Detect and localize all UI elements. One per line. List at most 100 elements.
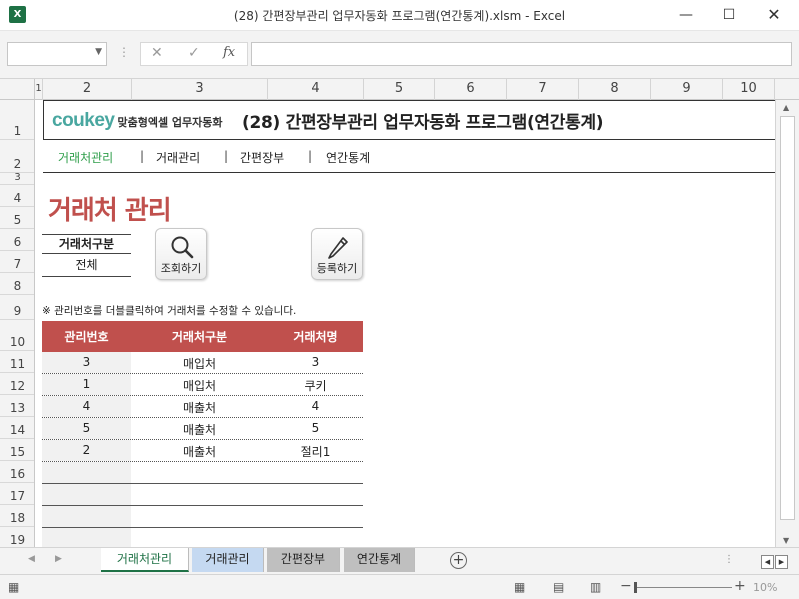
sheet-tab-annual-stats[interactable]: 연간통계 xyxy=(344,548,415,572)
cell-name: 절리1 xyxy=(300,445,331,459)
cell-id[interactable]: 2 xyxy=(42,440,131,461)
sheet-grid[interactable]: coukey 맞춤형엑셀 업무자동화 (28) 간편장부관리 업무자동화 프로그램… xyxy=(36,100,775,547)
zoom-slider-thumb[interactable] xyxy=(634,582,637,593)
column-header[interactable]: 7 xyxy=(507,79,579,100)
row-header[interactable]: 12 xyxy=(0,373,34,395)
formula-input[interactable] xyxy=(251,42,792,66)
tab-scroll-right-icon[interactable]: ▶ xyxy=(55,554,62,564)
search-icon xyxy=(171,236,194,259)
nav-separator: | xyxy=(224,149,229,163)
chevron-down-icon[interactable]: ▼ xyxy=(95,47,102,57)
vertical-scrollbar[interactable]: ▲ ▼ xyxy=(775,100,799,547)
table-row[interactable]: 3 매입처 3 xyxy=(42,352,363,374)
hscroll-left-icon[interactable]: ◀ xyxy=(761,555,774,569)
cell-id[interactable]: 3 xyxy=(42,352,131,373)
sheet-tab-ledger[interactable]: 간편장부 xyxy=(267,548,340,572)
page-break-view-icon[interactable]: ▥ xyxy=(590,580,601,594)
column-header[interactable]: 4 xyxy=(268,79,364,100)
table-row-empty[interactable] xyxy=(42,462,363,484)
sheet-header: coukey 맞춤형엑셀 업무자동화 (28) 간편장부관리 업무자동화 프로그램… xyxy=(43,100,775,140)
zoom-slider[interactable] xyxy=(634,587,732,588)
row-header[interactable]: 11 xyxy=(0,351,34,373)
table-row-empty[interactable] xyxy=(42,484,363,506)
table-row-empty[interactable] xyxy=(42,528,363,547)
logo-subtitle: 맞춤형엑셀 업무자동화 xyxy=(117,116,223,129)
row-header[interactable]: 10 xyxy=(0,320,34,351)
column-header[interactable]: 8 xyxy=(579,79,651,100)
scroll-up-icon[interactable]: ▲ xyxy=(783,103,789,112)
row-header[interactable]: 2 xyxy=(0,140,34,173)
cell-name: 4 xyxy=(311,399,320,413)
formula-bar-grip-icon[interactable]: ⋮ xyxy=(118,45,130,59)
column-header[interactable]: 1 xyxy=(35,79,43,100)
cell-id[interactable] xyxy=(42,528,131,547)
register-button[interactable]: 등록하기 xyxy=(311,228,363,280)
cell-id[interactable]: 1 xyxy=(42,374,131,395)
hscroll-right-icon[interactable]: ▶ xyxy=(775,555,788,569)
row-header[interactable]: 17 xyxy=(0,483,34,505)
nav-ledger[interactable]: 간편장부 xyxy=(240,149,284,166)
normal-view-icon[interactable]: ▦ xyxy=(514,580,525,594)
zoom-out-button[interactable]: − xyxy=(620,578,632,594)
zoom-level[interactable]: 10% xyxy=(753,581,777,594)
cancel-entry-icon[interactable]: ✕ xyxy=(151,45,163,61)
tab-scroll-left-icon[interactable]: ◀ xyxy=(28,554,35,564)
column-header[interactable]: 10 xyxy=(723,79,775,100)
cell-id[interactable]: 5 xyxy=(42,418,131,439)
row-header[interactable]: 16 xyxy=(0,461,34,483)
column-header[interactable]: 6 xyxy=(435,79,507,100)
search-button[interactable]: 조회하기 xyxy=(155,228,207,280)
zoom-in-button[interactable]: + xyxy=(734,578,746,594)
row-header[interactable]: 8 xyxy=(0,273,34,295)
row-header[interactable]: 5 xyxy=(0,207,34,229)
select-all-corner[interactable] xyxy=(0,79,35,100)
row-header[interactable]: 3 xyxy=(0,172,34,185)
minimize-button[interactable]: — xyxy=(664,0,708,31)
nav-annual-stats[interactable]: 연간통계 xyxy=(326,149,370,166)
row-header[interactable]: 7 xyxy=(0,251,34,273)
row-header[interactable]: 14 xyxy=(0,417,34,439)
column-header[interactable]: 2 xyxy=(43,79,132,100)
nav-transactions[interactable]: 거래관리 xyxy=(156,149,200,166)
cell-id[interactable] xyxy=(42,484,131,505)
table-row[interactable]: 5 매출처 5 xyxy=(42,418,363,440)
row-header[interactable]: 1 xyxy=(0,100,34,140)
enter-entry-icon[interactable]: ✓ xyxy=(188,45,200,61)
name-box[interactable]: ▼ xyxy=(7,42,107,66)
cell-id[interactable] xyxy=(42,506,131,527)
table-row[interactable]: 2 매출처 절리1 xyxy=(42,440,363,462)
row-header[interactable]: 6 xyxy=(0,229,34,251)
cell-id[interactable]: 4 xyxy=(42,396,131,417)
close-button[interactable]: ✕ xyxy=(752,0,796,31)
row-header[interactable]: 19 xyxy=(0,527,34,547)
table-row-empty[interactable] xyxy=(42,506,363,528)
maximize-button[interactable]: ☐ xyxy=(707,0,751,31)
insert-function-icon[interactable]: fx xyxy=(223,45,235,60)
column-header[interactable]: 3 xyxy=(132,79,268,100)
nav-customers[interactable]: 거래처관리 xyxy=(58,149,113,166)
column-headers: 1 2 3 4 5 6 7 8 9 10 xyxy=(0,79,799,100)
column-header[interactable]: 9 xyxy=(651,79,723,100)
macro-record-icon[interactable]: ▦ xyxy=(8,580,19,594)
scroll-down-icon[interactable]: ▼ xyxy=(783,536,789,545)
sheet-tab-customers[interactable]: 거래처관리 xyxy=(101,548,189,572)
table-row[interactable]: 1 매입처 쿠키 xyxy=(42,374,363,396)
column-header-id: 관리번호 xyxy=(64,330,109,344)
row-header[interactable]: 13 xyxy=(0,395,34,417)
nav-separator: | xyxy=(140,149,145,163)
sheet-tab-transactions[interactable]: 거래관리 xyxy=(192,548,264,572)
table-row[interactable]: 4 매출처 4 xyxy=(42,396,363,418)
row-header[interactable]: 18 xyxy=(0,505,34,527)
row-header[interactable]: 9 xyxy=(0,295,34,320)
page-layout-view-icon[interactable]: ▤ xyxy=(553,580,564,594)
scroll-thumb[interactable] xyxy=(780,116,795,520)
add-sheet-icon[interactable]: + xyxy=(450,552,467,569)
filter-select[interactable]: 전체 xyxy=(42,255,131,277)
row-header[interactable]: 15 xyxy=(0,439,34,461)
row-header[interactable]: 4 xyxy=(0,185,34,207)
column-header[interactable]: 5 xyxy=(364,79,435,100)
tab-split-icon[interactable]: ⋮ xyxy=(724,554,734,565)
search-button-label: 조회하기 xyxy=(160,262,202,275)
cell-id[interactable] xyxy=(42,462,131,483)
sheet-tab-bar: ◀ ▶ 거래처관리 거래관리 간편장부 연간통계 + ⋮ ◀ ▶ xyxy=(0,547,799,574)
